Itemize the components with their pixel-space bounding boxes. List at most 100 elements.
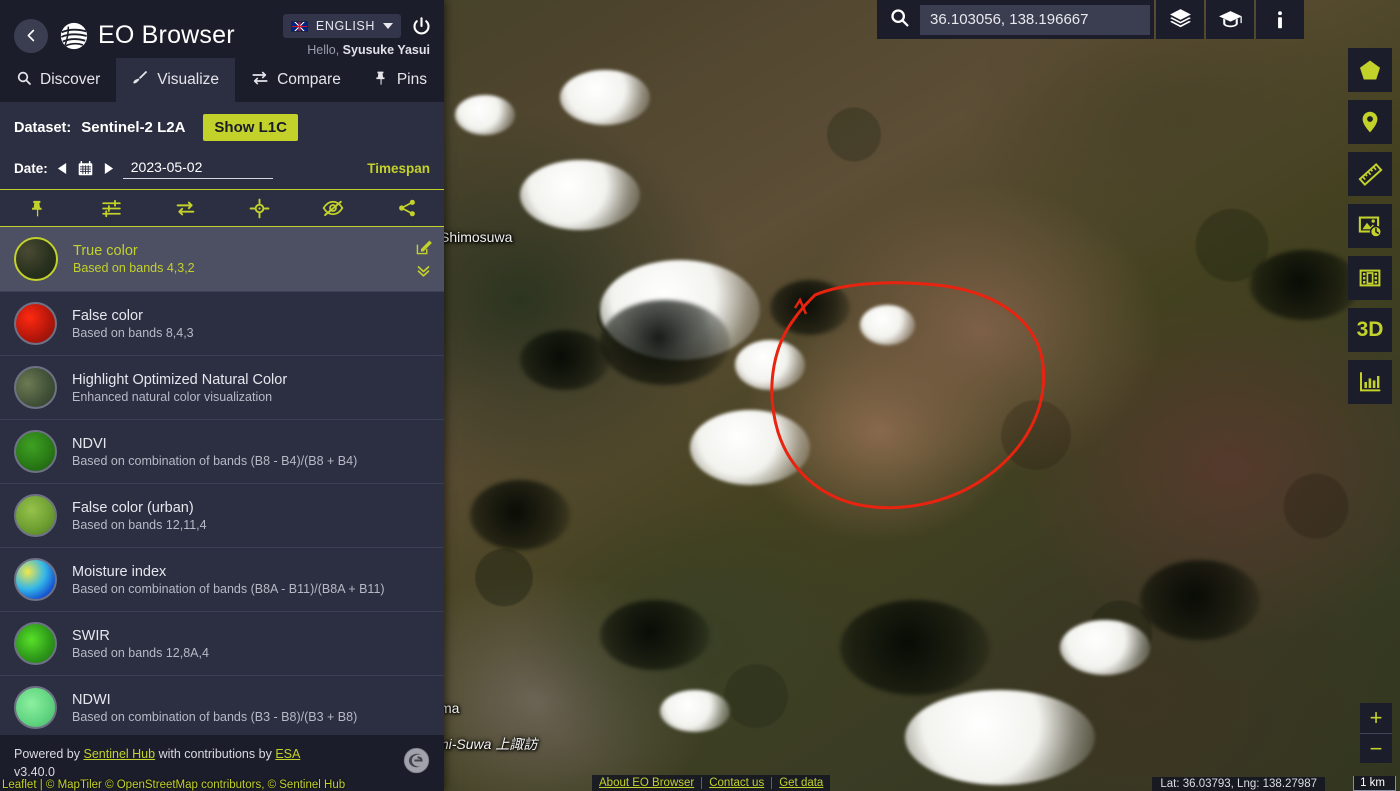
film-strip-icon[interactable] <box>1348 256 1392 300</box>
greeting-prefix: Hello, <box>307 43 340 57</box>
map-label: Shimosuwa <box>440 229 513 245</box>
info-icon[interactable] <box>1256 0 1304 39</box>
layer-subtitle: Based on bands 12,8A,4 <box>72 645 209 660</box>
search-input[interactable] <box>920 4 1150 35</box>
contact-us-link[interactable]: Contact us <box>702 777 773 789</box>
layer-toolbar <box>0 189 444 227</box>
date-input[interactable]: 2023-05-02 <box>122 157 273 179</box>
back-button[interactable] <box>14 18 48 53</box>
map-search-area <box>877 0 1304 39</box>
prev-date-button[interactable] <box>57 162 68 175</box>
share-icon[interactable] <box>390 191 424 225</box>
esa-link[interactable]: ESA <box>275 747 300 761</box>
layer-thumbnail <box>14 622 57 665</box>
language-selector[interactable]: ENGLISH <box>282 14 401 38</box>
cloud-shadow <box>520 330 610 390</box>
swap-arrows-icon[interactable] <box>168 191 202 225</box>
about-eo-browser-link[interactable]: About EO Browser <box>592 777 703 789</box>
map-label: mi-Suwa 上諏訪 <box>437 736 538 752</box>
layer-thumbnail <box>14 237 58 281</box>
graduation-cap-icon[interactable] <box>1206 0 1254 39</box>
layer-item-swir[interactable]: SWIR Based on bands 12,8A,4 <box>0 612 444 676</box>
sentinel-hub-link[interactable]: Sentinel Hub <box>84 747 156 761</box>
layer-title: Highlight Optimized Natural Color <box>72 371 288 388</box>
layer-item-false-color-urban[interactable]: False color (urban) Based on bands 12,11… <box>0 484 444 548</box>
polygon-aoi-icon[interactable] <box>1348 48 1392 92</box>
cloud <box>905 690 1095 785</box>
dataset-block: Dataset: Sentinel-2 L2A Show L1C Date: 2… <box>0 102 444 189</box>
cloud-shadow <box>600 300 730 385</box>
3d-icon[interactable]: 3D <box>1348 308 1392 352</box>
get-data-link[interactable]: Get data <box>772 777 830 789</box>
sliders-icon[interactable] <box>94 191 128 225</box>
power-icon[interactable] <box>411 16 432 37</box>
layer-item-highlight-optimized-natural-color[interactable]: Highlight Optimized Natural Color Enhanc… <box>0 356 444 420</box>
layer-subtitle: Based on bands 12,11,4 <box>72 517 207 532</box>
powered-by-label: Powered by <box>14 746 81 761</box>
layer-title: False color (urban) <box>72 499 194 516</box>
app-version: v3.40.0 <box>14 764 56 779</box>
cloud <box>735 340 805 390</box>
footer-credits: Powered by Sentinel Hub with contributio… <box>14 745 300 781</box>
cloud-shadow <box>840 600 990 695</box>
chevron-down-icon <box>383 23 393 29</box>
user-greeting: Hello, Syusuke Yasui <box>307 43 432 57</box>
tab-pins[interactable]: Pins <box>357 58 443 102</box>
layer-subtitle: Based on combination of bands (B8 - B4)/… <box>72 453 358 468</box>
zoom-out-button[interactable]: − <box>1360 733 1392 763</box>
search-box[interactable] <box>877 0 1154 39</box>
layer-title: NDWI <box>72 691 111 708</box>
uk-flag-icon <box>290 20 308 32</box>
layer-subtitle: Enhanced natural color visualization <box>72 389 273 404</box>
layer-item-moisture-index[interactable]: Moisture index Based on combination of b… <box>0 548 444 612</box>
header-right: ENGLISH Hello, Syusuke Yasui <box>282 14 432 57</box>
dataset-value: Sentinel-2 L2A <box>81 119 186 136</box>
layer-actions <box>415 239 432 279</box>
layer-item-false-color[interactable]: False color Based on bands 8,4,3 <box>0 292 444 356</box>
tab-label: Visualize <box>157 71 220 88</box>
zoom-in-button[interactable]: + <box>1360 703 1392 733</box>
tab-discover[interactable]: Discover <box>0 58 116 102</box>
pin-icon[interactable] <box>20 191 54 225</box>
double-chevron-down-icon[interactable] <box>415 262 432 279</box>
layer-item-true-color[interactable]: True color Based on bands 4,3,2 <box>0 227 444 292</box>
search-icon <box>889 7 910 33</box>
user-name: Syusuke Yasui <box>342 43 430 57</box>
statistics-chart-icon[interactable] <box>1348 360 1392 404</box>
layer-item-ndwi[interactable]: NDWI Based on combination of bands (B3 -… <box>0 676 444 735</box>
calendar-icon[interactable] <box>77 160 94 177</box>
cloud-shadow <box>1140 560 1260 640</box>
map-tools-rail: 3D <box>1348 48 1392 404</box>
footer-links: About EO Browser Contact us Get data <box>592 775 831 791</box>
timespan-button[interactable]: Timespan <box>367 161 430 176</box>
layer-item-ndvi[interactable]: NDVI Based on combination of bands (B8 -… <box>0 420 444 484</box>
layer-thumbnail <box>14 302 57 345</box>
brand: EO Browser <box>59 21 235 51</box>
layers-stack-icon[interactable] <box>1156 0 1204 39</box>
show-l1c-button[interactable]: Show L1C <box>203 114 298 141</box>
layer-subtitle: Based on combination of bands (B3 - B8)/… <box>72 709 358 724</box>
tab-compare[interactable]: Compare <box>235 58 357 102</box>
layer-thumbnail <box>14 494 57 537</box>
layer-title: SWIR <box>72 627 110 644</box>
layer-subtitle: Based on combination of bands (B8A - B11… <box>72 581 385 596</box>
date-row: Date: 2023-05-02 Timespan <box>14 157 430 189</box>
tab-label: Pins <box>396 71 427 88</box>
panel-header: EO Browser ENGLISH Hello, Syusuke Yasui … <box>0 0 444 102</box>
search-icon <box>16 70 32 91</box>
tab-visualize[interactable]: Visualize <box>116 58 236 102</box>
map-marker-poi-icon[interactable] <box>1348 100 1392 144</box>
eye-slash-icon[interactable] <box>316 191 350 225</box>
crosshair-target-icon[interactable] <box>242 191 276 225</box>
image-timelapse-icon[interactable] <box>1348 204 1392 248</box>
layer-list[interactable]: True color Based on bands 4,3,2 False co… <box>0 227 444 735</box>
ruler-measure-icon[interactable] <box>1348 152 1392 196</box>
edit-pencil-icon[interactable] <box>415 239 432 256</box>
layer-title: False color <box>72 307 143 324</box>
cloud <box>690 410 810 485</box>
with-contributions-label: with contributions by <box>158 746 272 761</box>
cloud <box>455 95 515 135</box>
cloud <box>560 70 650 125</box>
cloud-shadow <box>1250 250 1360 320</box>
next-date-button[interactable] <box>103 162 114 175</box>
